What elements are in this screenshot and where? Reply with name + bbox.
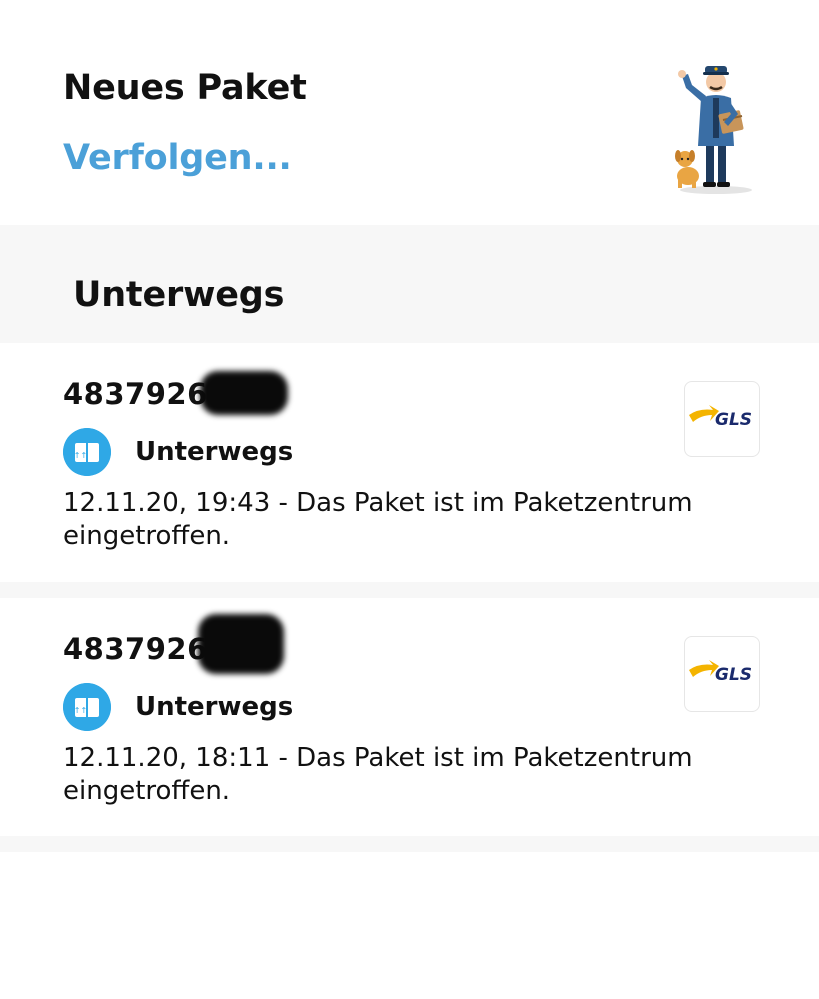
parcel-card[interactable]: 48379261 ↑↑ Unterwegs 12.11.20, 19:43 - … [0, 343, 819, 580]
header: Neues Paket Verfolgen... [0, 0, 819, 225]
redacted-mark [200, 371, 288, 415]
svg-text:GLS: GLS [715, 665, 752, 685]
svg-text:GLS: GLS [715, 410, 752, 430]
svg-text:↑↑: ↑↑ [74, 706, 87, 715]
svg-text:↑↑: ↑↑ [74, 451, 87, 460]
carrier-logo-badge: GLS [684, 636, 760, 712]
status-label: Unterwegs [135, 692, 294, 722]
gls-logo-icon: GLS [689, 660, 752, 685]
section-title: Unterwegs [73, 275, 285, 315]
mail-carrier-illustration [675, 66, 752, 194]
parcel-card[interactable]: 4837926 ↑↑ Unterwegs 12.11.20, 18:11 - D… [0, 598, 819, 835]
redacted-mark [198, 614, 284, 674]
card-separator [0, 582, 819, 598]
status-label: Unterwegs [135, 437, 294, 467]
package-in-transit-icon: ↑↑ [63, 683, 111, 731]
latest-event: 12.11.20, 18:11 - Das Paket ist im Paket… [63, 743, 693, 806]
gls-logo-icon: GLS [689, 405, 752, 430]
track-new-package-link[interactable]: Verfolgen... [63, 138, 292, 178]
latest-event: 12.11.20, 19:43 - Das Paket ist im Paket… [63, 488, 693, 551]
section-in-transit: Unterwegs [0, 225, 819, 343]
tracking-number: 4837926 [63, 632, 208, 666]
page-title: Neues Paket [63, 68, 307, 108]
card-separator [0, 836, 819, 852]
package-in-transit-icon: ↑↑ [63, 428, 111, 476]
carrier-logo-badge: GLS [684, 381, 760, 457]
